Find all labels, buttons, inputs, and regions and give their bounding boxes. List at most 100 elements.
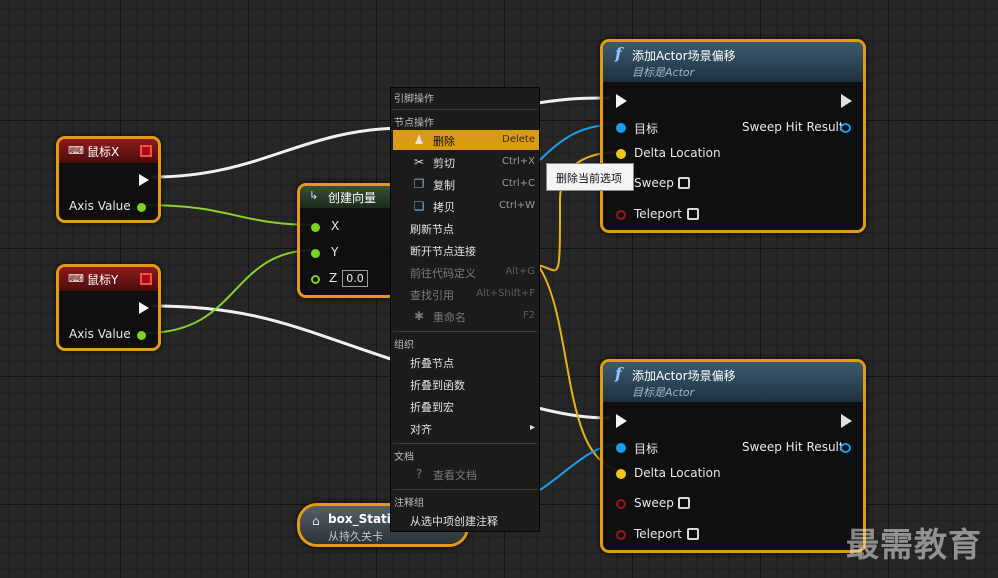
delta-location-pin[interactable] [616,149,626,159]
z-pin[interactable] [311,275,320,284]
menu-item-view-docs[interactable]: ? 查看文档 [393,464,539,484]
delta-location-label: Delta Location [634,146,721,160]
sweep-label: Sweep [634,176,674,190]
exec-wire-x [151,126,401,179]
menu-item-collapse-function[interactable]: 折叠到函数 [393,374,539,394]
exec-in-pin[interactable] [616,414,627,428]
menu-item-label: 重命名 [433,311,466,324]
teleport-pin[interactable] [616,210,626,220]
node-add-actor-offset-1[interactable]: f 添加Actor场景偏移 目标是Actor 目标 Sweep Hit Resu… [600,39,866,233]
menu-item-label: 折叠到宏 [410,401,454,414]
copy-icon: ❐ [413,177,425,191]
axis-value-label: Axis Value [69,199,131,213]
menu-item-label: 对齐 [410,423,432,436]
menu-item-label: 折叠节点 [410,357,454,370]
menu-item-goto-definition[interactable]: 前往代码定义 Alt+G [393,262,539,282]
z-value-input[interactable]: 0.0 [342,270,368,287]
help-icon: ? [415,467,423,481]
menu-item-collapse-node[interactable]: 折叠节点 [393,352,539,372]
x-pin[interactable] [311,223,320,232]
rename-icon: ✱ [413,309,425,323]
teleport-checkbox[interactable] [687,208,699,220]
menu-item-collapse-macro[interactable]: 折叠到宏 [393,396,539,416]
menu-item-duplicate[interactable]: ❏ 拷贝 Ctrl+W [393,196,539,216]
sweep-checkbox[interactable] [678,497,690,509]
axis-value-label: Axis Value [69,327,131,341]
mouse-icon: ⌨ [68,272,84,285]
section-node-actions: 节点操作 [394,118,434,129]
menu-item-shortcut: Alt+G [505,266,535,277]
function-icon: f [615,364,622,383]
sweep-hit-pin[interactable] [840,123,851,133]
close-pin-icon [140,145,152,157]
sweep-hit-pin[interactable] [840,443,851,453]
menu-item-align[interactable]: 对齐 ▸ [393,418,539,438]
node-mouse-y[interactable]: ⌨ 鼠标Y Axis Value [56,264,161,351]
watermark: 最需教育 [846,525,982,564]
duplicate-icon: ❏ [413,199,425,213]
menu-item-create-comment[interactable]: 从选中项创建注释 [393,510,539,530]
node-add-actor-offset-2[interactable]: f 添加Actor场景偏移 目标是Actor 目标 Sweep Hit Resu… [600,359,866,553]
x-label: X [331,219,340,233]
menu-item-label: 前往代码定义 [410,267,476,280]
menu-item-delete[interactable]: ♟ 删除 Delete [393,130,539,150]
node-subtitle: 目标是Actor [632,66,695,79]
menu-item-label: 断开节点连接 [410,245,476,258]
node-header: ⌨ 鼠标Y [59,267,158,291]
menu-item-shortcut: Delete [502,134,535,145]
node-header: ↳ 创建向量 [300,186,394,208]
exec-in-pin[interactable] [616,94,627,108]
axis-value-pin[interactable] [137,203,146,212]
menu-item-break-links[interactable]: 断开节点连接 [393,240,539,260]
close-pin-icon [140,273,152,285]
y-pin[interactable] [311,249,320,258]
menu-item-rename[interactable]: ✱ 重命名 F2 [393,306,539,326]
menu-separator [393,443,537,444]
axis-value-pin[interactable] [137,331,146,340]
teleport-checkbox[interactable] [687,528,699,540]
node-header: f 添加Actor场景偏移 目标是Actor [603,42,863,82]
target-pin[interactable] [616,123,626,133]
exec-wire-y [151,304,401,364]
node-title: box_Static [328,512,399,526]
scissors-icon: ✂ [413,155,425,169]
sweep-hit-label: Sweep Hit Result [742,120,844,134]
menu-item-shortcut: Ctrl+W [498,200,535,211]
menu-item-copy[interactable]: ❐ 复制 Ctrl+C [393,174,539,194]
menu-item-find-references[interactable]: 查找引用 Alt+Shift+F [393,284,539,304]
delta-location-pin[interactable] [616,469,626,479]
menu-item-refresh[interactable]: 刷新节点 [393,218,539,238]
z-label: Z [329,271,338,285]
node-title: 鼠标X [87,145,120,159]
delta-location-label: Delta Location [634,466,721,480]
menu-item-shortcut: F2 [522,310,535,321]
node-header: f 添加Actor场景偏移 目标是Actor [603,362,863,402]
menu-item-cut[interactable]: ✂ 剪切 Ctrl+X [393,152,539,172]
menu-item-label: 刷新节点 [410,223,454,236]
tooltip: 删除当前选项 [546,163,634,191]
teleport-pin[interactable] [616,530,626,540]
exec-out-pin[interactable] [841,94,852,108]
y-label: Y [331,245,339,259]
delete-icon: ♟ [413,133,425,147]
menu-item-label: 拷贝 [433,201,455,214]
teleport-label: Teleport [634,527,682,541]
exec-out-pin[interactable] [841,414,852,428]
exec-out-pin[interactable] [139,174,149,186]
actor-icon: ⌂ [312,514,320,528]
menu-separator [393,109,537,110]
sweep-checkbox[interactable] [678,177,690,189]
target-pin[interactable] [616,443,626,453]
sweep-pin[interactable] [616,499,626,509]
section-comment-group: 注释组 [394,498,424,509]
node-mouse-x[interactable]: ⌨ 鼠标X Axis Value [56,136,161,223]
teleport-label: Teleport [634,207,682,221]
node-subtitle: 目标是Actor [632,386,695,399]
node-make-vector[interactable]: ↳ 创建向量 X Y Z 0.0 [297,183,397,298]
node-title: 创建向量 [328,191,377,205]
struct-icon: ↳ [309,189,319,202]
function-icon: f [615,44,622,63]
menu-item-label: 查看文档 [433,469,477,482]
menu-separator [393,331,537,332]
exec-out-pin[interactable] [139,302,149,314]
